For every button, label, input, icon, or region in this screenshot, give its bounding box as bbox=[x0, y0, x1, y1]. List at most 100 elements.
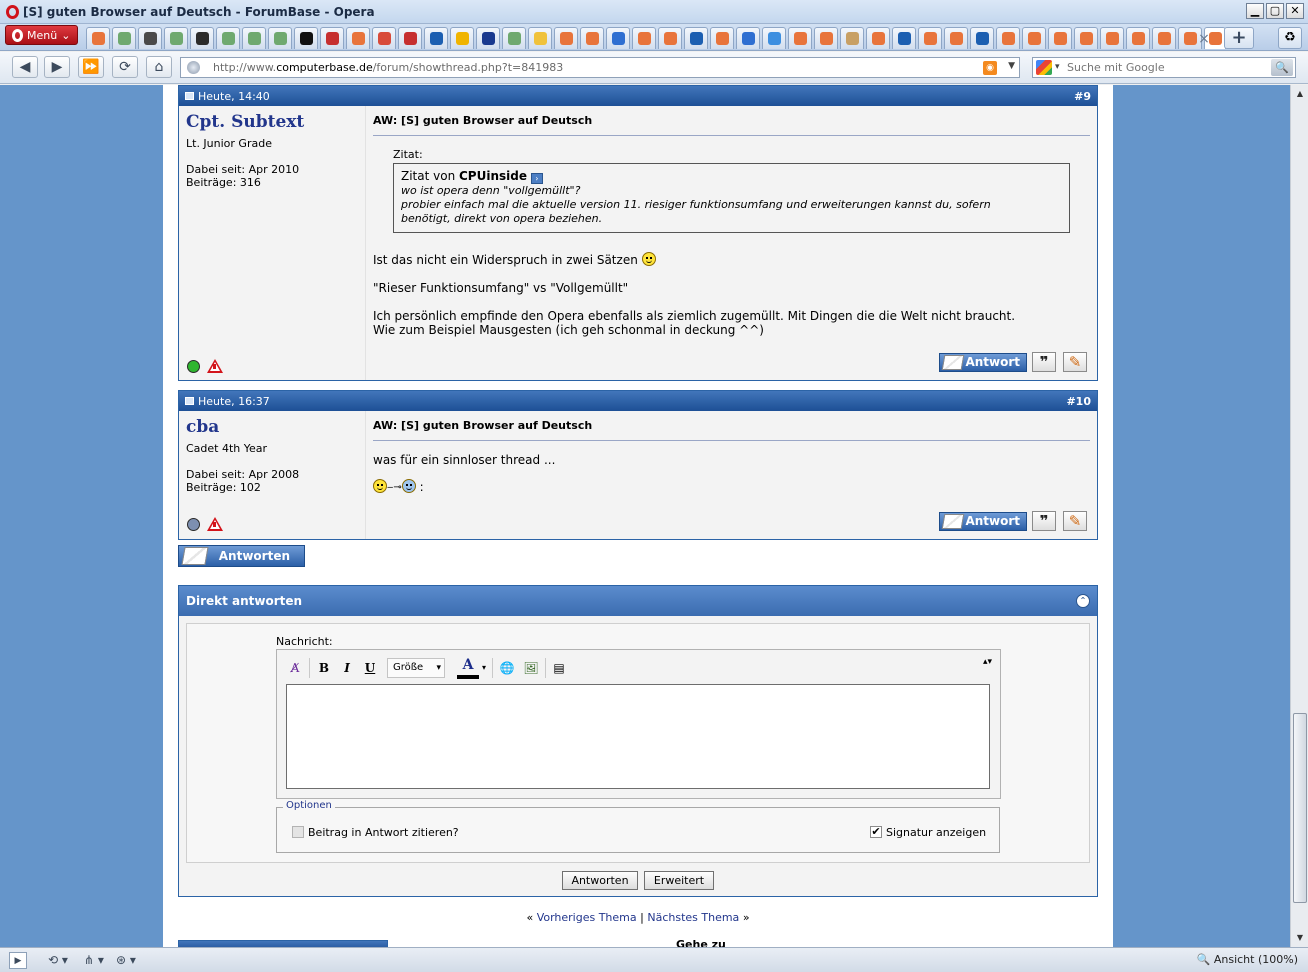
address-field[interactable]: http://www.computerbase.de/forum/showthr… bbox=[180, 57, 1020, 78]
collapse-icon[interactable]: ⌃ bbox=[1076, 594, 1090, 608]
browser-tab[interactable] bbox=[1022, 27, 1046, 49]
search-engine-dropdown-icon[interactable]: ▾ bbox=[1055, 62, 1060, 72]
report-warning-icon[interactable] bbox=[207, 359, 223, 373]
browser-tab[interactable] bbox=[346, 27, 370, 49]
reply-post-button[interactable]: Antwort bbox=[939, 512, 1027, 531]
browser-tab[interactable] bbox=[996, 27, 1020, 49]
browser-tab[interactable] bbox=[814, 27, 838, 49]
view-quoted-post-icon[interactable]: › bbox=[530, 173, 543, 184]
bold-button[interactable]: B bbox=[314, 658, 334, 678]
browser-tab[interactable] bbox=[164, 27, 188, 49]
browser-tab[interactable] bbox=[1100, 27, 1124, 49]
italic-button[interactable]: I bbox=[337, 658, 357, 678]
browser-tab[interactable] bbox=[398, 27, 422, 49]
reload-button[interactable]: ⟳ bbox=[112, 56, 138, 78]
browser-tab[interactable] bbox=[502, 27, 526, 49]
browser-tab[interactable] bbox=[736, 27, 760, 49]
font-color-dropdown-icon[interactable]: ▾ bbox=[482, 663, 486, 672]
insert-link-icon[interactable]: 🌐 bbox=[497, 658, 517, 678]
message-textarea[interactable] bbox=[286, 684, 990, 789]
font-color-button[interactable]: A bbox=[457, 657, 479, 679]
browser-tab[interactable] bbox=[710, 27, 734, 49]
zoom-level[interactable]: 🔍 Ansicht (100%) bbox=[1197, 953, 1298, 966]
unite-icon[interactable]: ⋔ ▾ bbox=[84, 952, 104, 969]
close-window-button[interactable]: ✕ bbox=[1286, 3, 1304, 19]
browser-tab[interactable] bbox=[684, 27, 708, 49]
browser-tab[interactable] bbox=[138, 27, 162, 49]
browser-tab[interactable] bbox=[268, 27, 292, 49]
new-tab-button[interactable]: + bbox=[1224, 27, 1254, 49]
browser-tab[interactable] bbox=[944, 27, 968, 49]
search-box[interactable]: ▾ 🔍 bbox=[1032, 57, 1296, 78]
username[interactable]: Cpt. Subtext bbox=[186, 112, 304, 132]
rss-feed-icon[interactable]: ◉ bbox=[983, 61, 997, 75]
browser-tab[interactable] bbox=[112, 27, 136, 49]
browser-tab[interactable] bbox=[476, 27, 500, 49]
browser-tab[interactable] bbox=[86, 27, 110, 49]
browser-tab[interactable] bbox=[424, 27, 448, 49]
browser-tab[interactable] bbox=[918, 27, 942, 49]
username[interactable]: cba bbox=[186, 417, 219, 437]
browser-tab[interactable] bbox=[606, 27, 630, 49]
forward-button[interactable]: ▶ bbox=[44, 56, 70, 78]
search-input[interactable] bbox=[1067, 60, 1267, 75]
minimize-button[interactable]: ▁ bbox=[1246, 3, 1264, 19]
post-number[interactable]: #9 bbox=[1074, 90, 1091, 103]
browser-tab[interactable] bbox=[866, 27, 890, 49]
font-size-select[interactable]: Größe bbox=[387, 658, 445, 678]
browser-tab[interactable] bbox=[1126, 27, 1150, 49]
opera-menu-button[interactable]: Menü ⌄ bbox=[5, 25, 78, 45]
edit-post-button[interactable]: ✎ bbox=[1063, 352, 1087, 372]
panel-toggle-icon[interactable]: ▶ bbox=[9, 952, 27, 969]
browser-tab[interactable] bbox=[1048, 27, 1072, 49]
show-signature-checkbox[interactable]: ✔ bbox=[870, 826, 882, 838]
maximize-button[interactable]: ▢ bbox=[1266, 3, 1284, 19]
scroll-thumb[interactable] bbox=[1293, 713, 1307, 903]
remove-formatting-icon[interactable]: A̸ bbox=[285, 658, 305, 678]
underline-button[interactable]: U bbox=[360, 658, 380, 678]
submit-reply-button[interactable]: Antworten bbox=[562, 871, 638, 890]
browser-tab[interactable] bbox=[294, 27, 318, 49]
browser-tab[interactable] bbox=[190, 27, 214, 49]
browser-tab[interactable] bbox=[554, 27, 578, 49]
browser-tab[interactable] bbox=[216, 27, 240, 49]
address-dropdown-icon[interactable]: ▼ bbox=[1008, 61, 1015, 71]
google-icon[interactable] bbox=[1036, 60, 1052, 75]
browser-tab[interactable] bbox=[892, 27, 916, 49]
edit-post-button[interactable]: ✎ bbox=[1063, 511, 1087, 531]
browser-tab[interactable] bbox=[450, 27, 474, 49]
browser-tab[interactable] bbox=[1152, 27, 1176, 49]
quote-post-button[interactable]: ❞ bbox=[1032, 511, 1056, 531]
scroll-up-icon[interactable]: ▲ bbox=[1293, 87, 1307, 101]
next-thread-link[interactable]: Nächstes Thema bbox=[647, 911, 739, 924]
browser-tab[interactable] bbox=[1074, 27, 1098, 49]
quote-post-button[interactable]: ❞ bbox=[1032, 352, 1056, 372]
browser-tab[interactable] bbox=[528, 27, 552, 49]
turbo-icon[interactable]: ⊛ ▾ bbox=[116, 952, 136, 969]
report-warning-icon[interactable] bbox=[207, 517, 223, 531]
browser-tab[interactable] bbox=[632, 27, 656, 49]
scroll-down-icon[interactable]: ▼ bbox=[1293, 931, 1307, 945]
trash-icon[interactable]: ♻ bbox=[1278, 27, 1302, 49]
browser-tab[interactable] bbox=[970, 27, 994, 49]
browser-tab[interactable] bbox=[658, 27, 682, 49]
insert-quote-icon[interactable]: ▤ bbox=[549, 658, 569, 678]
browser-tab[interactable] bbox=[242, 27, 266, 49]
browser-tab[interactable] bbox=[840, 27, 864, 49]
home-button[interactable]: ⌂ bbox=[146, 56, 172, 78]
post-number[interactable]: #10 bbox=[1066, 395, 1091, 408]
resize-editor-icon[interactable]: ▴▾ bbox=[983, 658, 992, 667]
browser-tab[interactable] bbox=[762, 27, 786, 49]
reply-post-button[interactable]: Antwort bbox=[939, 353, 1027, 372]
sync-icon[interactable]: ⟲ ▾ bbox=[48, 952, 68, 969]
browser-tab[interactable] bbox=[788, 27, 812, 49]
new-reply-button[interactable]: Antworten bbox=[178, 545, 305, 567]
fast-forward-button[interactable]: ⏩ bbox=[78, 56, 104, 78]
search-icon[interactable]: 🔍 bbox=[1271, 59, 1293, 76]
back-button[interactable]: ◀ bbox=[12, 56, 38, 78]
quote-in-reply-checkbox[interactable] bbox=[292, 826, 304, 838]
browser-tab[interactable] bbox=[320, 27, 344, 49]
insert-image-icon[interactable]: 🖼 bbox=[521, 658, 541, 678]
previous-thread-link[interactable]: Vorheriges Thema bbox=[537, 911, 637, 924]
close-tab-icon[interactable]: × bbox=[1192, 29, 1216, 49]
